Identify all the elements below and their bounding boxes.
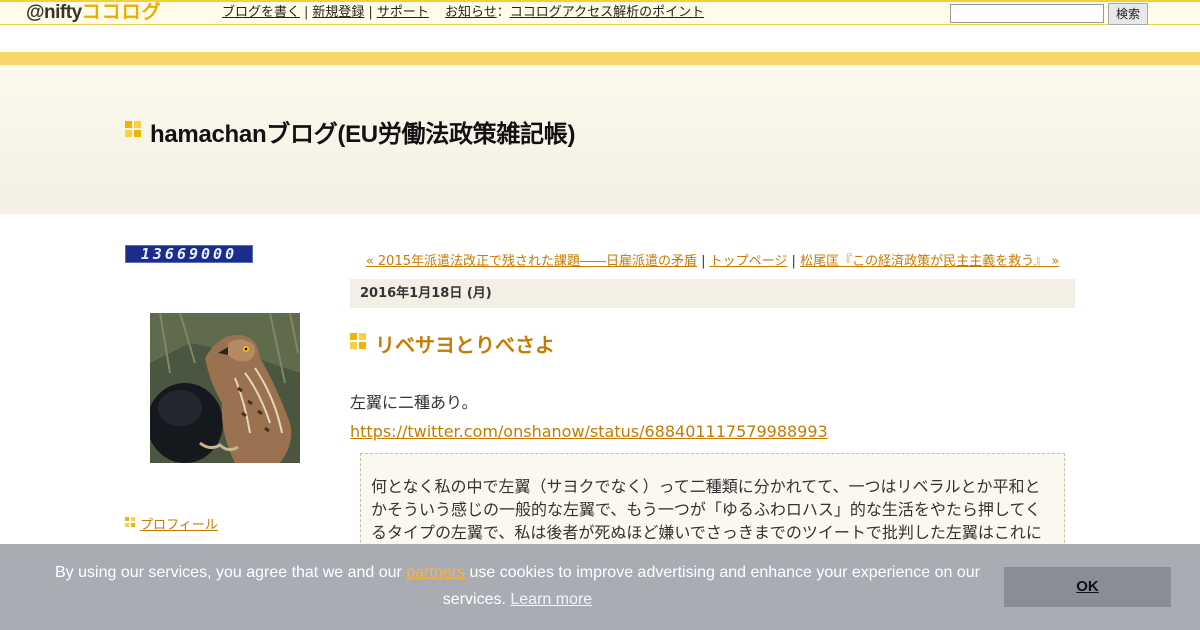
cookie-text-before: By using our services, you agree that we… — [55, 564, 407, 581]
logo-brand: ココログ — [81, 2, 162, 23]
nav-support[interactable]: サポート — [377, 5, 429, 20]
nav-news[interactable]: お知らせ — [445, 5, 497, 20]
next-entry-link[interactable]: 松尾匡『この経済政策が民主主義を救う』 » — [800, 254, 1059, 269]
nav-write-blog[interactable]: ブログを書く — [222, 5, 300, 20]
logo-prefix: @nifty — [26, 2, 82, 23]
header-stripe — [0, 52, 1200, 65]
search-button[interactable]: 検索 — [1108, 3, 1148, 25]
quote-line: るタイプの左翼で、私は後者が死ぬほど嫌いでさっきまでのツイートで批判した左翼はこ… — [371, 523, 1042, 542]
nav-separator: | — [787, 254, 801, 269]
top-nav: ブログを書く | 新規登録 | サポート お知らせ：ココログアクセス解析のポイント — [222, 4, 704, 21]
entry-date: 2016年1月18日 (月) — [350, 279, 1075, 308]
tweet-link[interactable]: https://twitter.com/onshanow/status/6884… — [350, 422, 828, 441]
hawk-photo-icon — [150, 313, 300, 463]
cookie-ok-button[interactable]: OK — [1004, 567, 1171, 607]
nav-separator: | — [304, 5, 309, 20]
blog-title[interactable]: hamachanブログ(EU労働法政策雑記帳) — [150, 114, 575, 149]
cookie-banner: By using our services, you agree that we… — [0, 544, 1200, 630]
profile-link[interactable]: プロフィール — [140, 518, 218, 533]
news-colon: ： — [496, 5, 510, 20]
news-link[interactable]: ココログアクセス解析のポイント — [510, 5, 704, 20]
top-page-link[interactable]: トップページ — [710, 254, 788, 269]
quote-line: 何となく私の中で左翼（サヨクでなく）って二種類に分かれてて、一つはリベラルとか平… — [371, 477, 1041, 496]
search-input[interactable] — [950, 4, 1104, 23]
access-counter: 13669000 — [125, 245, 253, 263]
title-square-icon — [125, 121, 141, 137]
entry-title-square-icon — [350, 333, 366, 349]
nifty-cocolog-logo[interactable]: @niftyココログ — [26, 2, 162, 24]
quote-line: かそういう感じの一般的な左翼で、もう一つが「ゆるふわロハス」的な生活をやたら押し… — [371, 500, 1041, 519]
nifty-top-bar: @niftyココログ ブログを書く | 新規登録 | サポート お知らせ：ココログアクセ… — [0, 0, 1200, 25]
prev-entry-link[interactable]: « 2015年派遣法改正で残された課題――日雇派遣の矛盾 — [366, 254, 697, 269]
nav-separator: | — [368, 5, 373, 20]
cookie-message: By using our services, you agree that we… — [40, 559, 995, 613]
partners-link[interactable]: partners — [406, 564, 465, 581]
entry-intro: 左翼に二種あり。 — [350, 393, 478, 412]
list-square-icon — [125, 517, 135, 527]
profile-photo[interactable] — [150, 313, 300, 463]
entry-title[interactable]: リベサヨとりべさよ — [375, 329, 555, 358]
entry-navigation: « 2015年派遣法改正で残された課題――日雇派遣の矛盾 | トップページ | … — [350, 250, 1075, 269]
sidebar-profile-row: プロフィール — [125, 514, 218, 533]
nav-separator: | — [697, 254, 710, 269]
learn-more-link[interactable]: Learn more — [510, 591, 592, 608]
nav-register[interactable]: 新規登録 — [312, 5, 364, 20]
